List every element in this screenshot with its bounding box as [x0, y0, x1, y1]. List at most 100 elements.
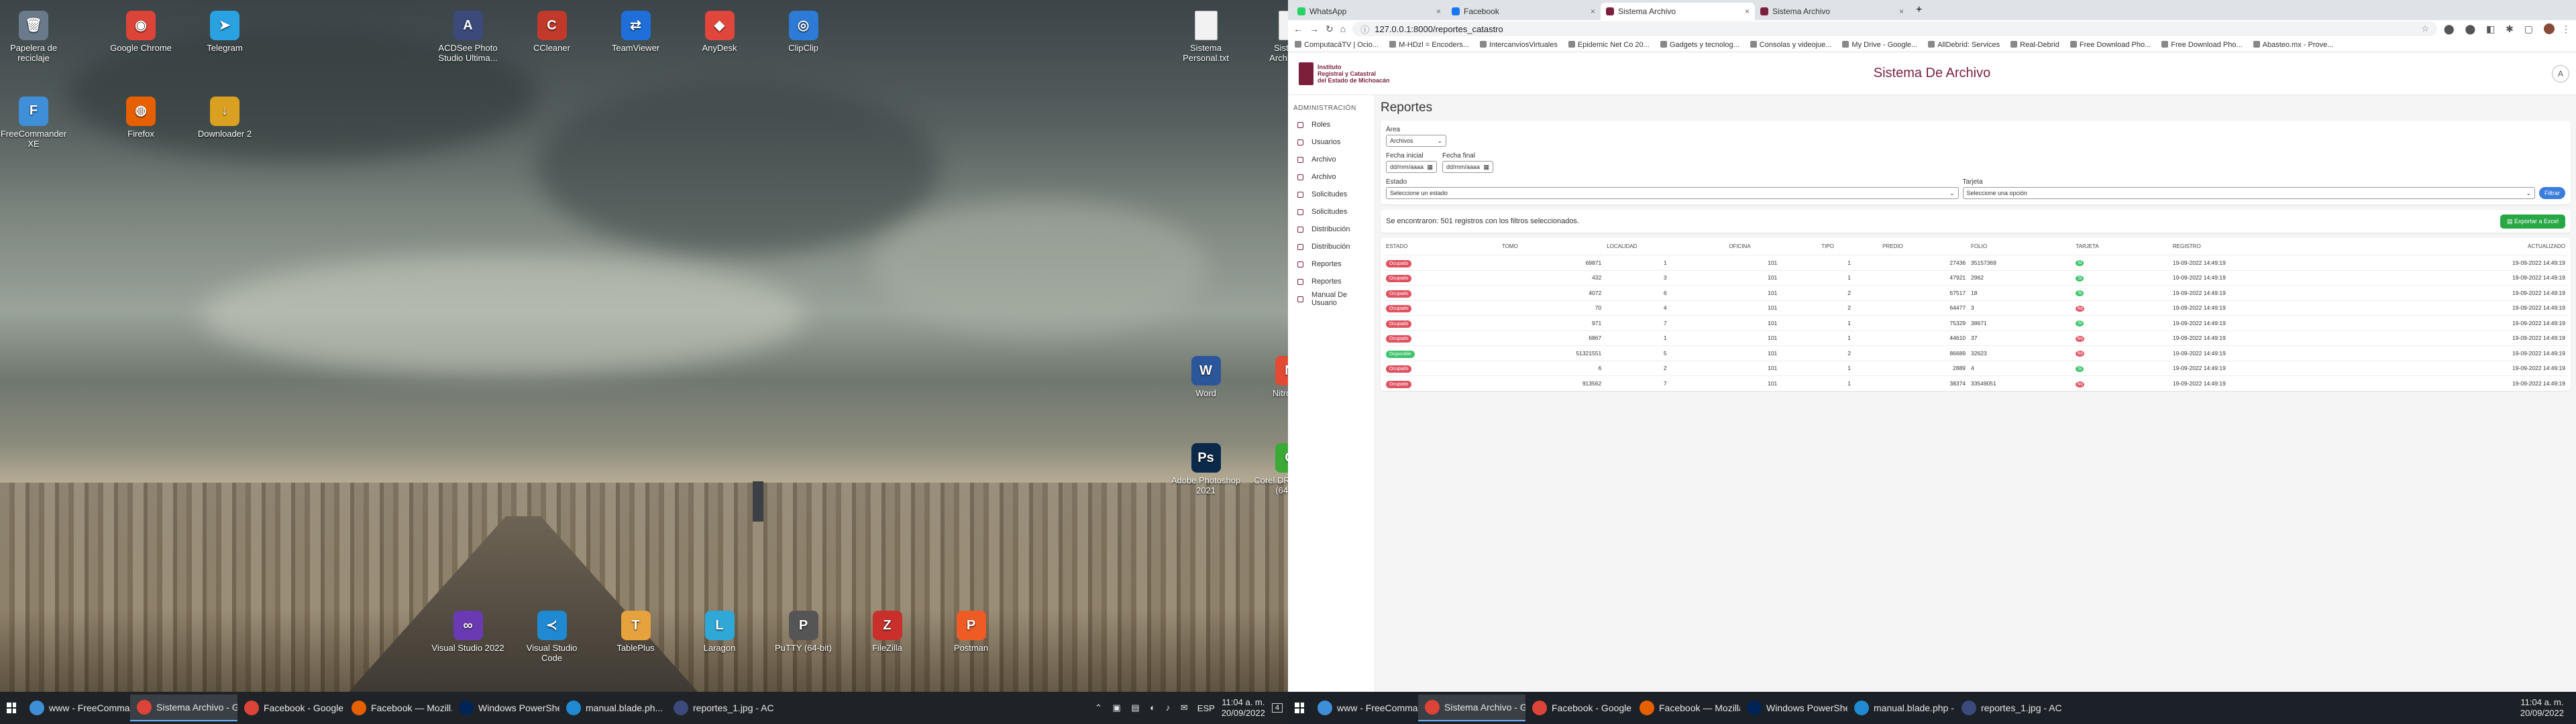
column-header[interactable]: REGISTRO — [2170, 238, 2369, 255]
taskbar-button[interactable]: www - FreeComma... — [23, 695, 130, 721]
calendar-icon[interactable]: ▦ — [1483, 164, 1489, 171]
desktop-icon[interactable]: Z FileZilla — [851, 611, 924, 653]
taskbar-button[interactable]: reportes_1.jpg - ACDSee P... — [1955, 695, 2062, 721]
fecha-inicial-input[interactable]: dd/mm/aaaa ▦ — [1386, 161, 1437, 173]
back-icon[interactable]: ← — [1293, 23, 1303, 34]
home-icon[interactable]: ⌂ — [1340, 23, 1346, 34]
column-header[interactable]: LOCALIDAD — [1604, 238, 1726, 255]
table-row[interactable]: Ocupado 913562 7 101 1 38374 33549051 No 19-09-2… — [1383, 375, 2568, 391]
sidebar-item[interactable]: Solicitudes — [1288, 186, 1375, 203]
start-button[interactable] — [1288, 695, 1311, 721]
bookmark-item[interactable]: Gadgets y tecnolog... — [1660, 41, 1739, 49]
desktop-icon[interactable]: Sistema Personal.txt — [1169, 11, 1243, 63]
taskbar-button[interactable]: Windows PowerShell — [1740, 695, 1847, 721]
extensions-icon[interactable]: ⬤ ⬤ ◧ ✱ ▢ — [2444, 23, 2537, 35]
profile-icon[interactable] — [2544, 23, 2555, 34]
url-field[interactable]: ⓘ 127.0.0.1:8000/reportes_catastro ☆ — [1352, 21, 2437, 36]
close-icon[interactable]: × — [1591, 7, 1595, 16]
clock[interactable]: 11:04 a. m. 20/09/2022 — [2520, 697, 2564, 719]
table-row[interactable]: Disponible 51321551 5 101 2 86689 32623 No 19-09… — [1383, 345, 2568, 361]
desktop-icon[interactable]: CCorel DRAW 2020 (64-Bit) — [1253, 443, 1288, 495]
browser-tab[interactable]: Facebook × — [1446, 3, 1601, 20]
column-header[interactable]: TOMO — [1499, 238, 1604, 255]
desktop-icon[interactable]: ◉ Google Chrome — [104, 11, 178, 53]
bookmark-item[interactable]: IntercanviosVirtuales — [1480, 41, 1558, 49]
table-row[interactable]: Ocupado 69871 1 101 1 27436 35157369 Si 19-09-20… — [1383, 255, 2568, 270]
menu-icon[interactable]: ⋮ — [2561, 23, 2571, 35]
desktop-icon[interactable]: Sistema Archivo.txt — [1253, 11, 1288, 63]
browser-tab[interactable]: Sistema Archivo × — [1601, 3, 1755, 20]
desktop-icon[interactable]: F FreeCommander XE — [0, 96, 70, 149]
taskbar-button[interactable]: manual.blade.php - arch... — [1847, 695, 1955, 721]
notification-icon[interactable]: 4 — [1271, 703, 1283, 713]
bookmark-item[interactable]: Free Download Pho... — [2070, 41, 2151, 49]
star-icon[interactable]: ☆ — [2421, 23, 2429, 34]
bookmark-item[interactable]: My Drive - Google... — [1842, 41, 1917, 49]
taskbar-button[interactable]: Windows PowerShell — [452, 695, 559, 721]
taskbar-button[interactable]: Facebook — Mozilla Firefox — [1633, 695, 1740, 721]
sidebar-item[interactable]: Reportes — [1288, 273, 1375, 290]
sidebar-item[interactable]: Usuarios — [1288, 133, 1375, 151]
user-avatar[interactable]: A — [2552, 64, 2569, 82]
table-row[interactable]: Ocupado 971 7 101 1 75329 38671 Si 19-09-2022 14… — [1383, 315, 2568, 330]
bookmark-item[interactable]: Epidemic Net Co 20... — [1568, 41, 1650, 49]
bookmark-item[interactable]: Consolas y videojue... — [1750, 41, 1832, 49]
column-header[interactable]: TARJETA — [2073, 238, 2170, 255]
sidebar-item[interactable]: Archivo — [1288, 151, 1375, 168]
desktop-icon[interactable]: ⇄ TeamViewer — [599, 11, 673, 53]
close-icon[interactable]: × — [1436, 7, 1441, 16]
sidebar-item[interactable]: Solicitudes — [1288, 203, 1375, 221]
column-header[interactable]: PREDIO — [1880, 238, 1968, 255]
bookmark-item[interactable]: AllDebrid: Services — [1928, 41, 2000, 49]
browser-tab[interactable]: WhatsApp × — [1292, 3, 1446, 20]
clock[interactable]: 11:04 a. m. 20/09/2022 — [1222, 697, 1265, 719]
sidebar-item[interactable]: Roles — [1288, 116, 1375, 133]
taskbar-button[interactable]: Sistema Archivo - G... — [130, 695, 237, 721]
desktop-icon[interactable]: A ACDSee Photo Studio Ultima... — [431, 11, 505, 63]
sidebar-item[interactable]: Distribución — [1288, 221, 1375, 238]
desktop-icon[interactable]: L Laragon — [683, 611, 757, 653]
desktop-icon[interactable]: ◎ ClipClip — [767, 11, 841, 53]
bookmark-item[interactable]: M-HDzl = Encoders... — [1389, 41, 1469, 49]
desktop-icon[interactable]: Ps Adobe Photoshop 2021 — [1169, 443, 1243, 495]
sidebar-item[interactable]: Distribución — [1288, 238, 1375, 255]
desktop-icon[interactable]: N Nitro Pro — [1253, 356, 1288, 398]
calendar-icon[interactable]: ▦ — [1427, 164, 1433, 171]
sidebar-item[interactable]: Archivo — [1288, 168, 1375, 186]
taskbar-button[interactable]: Sistema Archivo - Google ... — [1418, 695, 1525, 721]
info-icon[interactable]: ⓘ — [1360, 23, 1369, 36]
desktop-icon[interactable]: ≺ Visual Studio Code — [515, 611, 589, 663]
table-row[interactable]: Ocupado 6 2 101 1 2889 4 Si 19-09-2022 14:49:19 1… — [1383, 360, 2568, 376]
fecha-final-input[interactable]: dd/mm/aaaa ▦ — [1442, 161, 1493, 173]
taskbar-button[interactable]: Facebook - Google ... — [237, 695, 345, 721]
bookmark-item[interactable]: Free Download Pho... — [2161, 41, 2242, 49]
taskbar-button[interactable]: www - FreeCommander XE — [1311, 695, 1418, 721]
bookmark-item[interactable]: ComputacáTV | Ocio... — [1295, 41, 1379, 49]
close-icon[interactable]: × — [1745, 7, 1750, 16]
taskbar-button[interactable]: Facebook — Mozill... — [345, 695, 452, 721]
bookmark-item[interactable]: Real-Debrid — [2010, 41, 2059, 49]
desktop-icon[interactable]: ∞ Visual Studio 2022 — [431, 611, 505, 653]
column-header[interactable]: TIPO — [1819, 238, 1880, 255]
export-excel-button[interactable]: ▤ Exportar a Excel — [2500, 214, 2565, 229]
column-header[interactable]: ACTUALIZADO — [2369, 238, 2568, 255]
taskbar-button[interactable]: Facebook - Google Chrome — [1525, 695, 1633, 721]
bookmark-item[interactable]: Abasteo.mx - Prove... — [2253, 41, 2334, 49]
column-header[interactable]: FOLIO — [1968, 238, 2073, 255]
start-button[interactable] — [0, 695, 23, 721]
close-icon[interactable]: × — [1899, 7, 1904, 16]
sidebar-item[interactable]: Reportes — [1288, 255, 1375, 273]
desktop-icon[interactable]: P PuTTY (64-bit) — [767, 611, 841, 653]
desktop-icon[interactable]: ◍ Firefox — [104, 96, 178, 139]
desktop-icon[interactable]: P Postman — [934, 611, 1008, 653]
estado-select[interactable]: Seleccione un estado ⌄ — [1386, 187, 1959, 199]
filter-button[interactable]: Filtrar — [2539, 187, 2565, 199]
tarjeta-select[interactable]: Seleccione una opción ⌄ — [1962, 187, 2535, 199]
table-row[interactable]: Ocupado 70 4 101 2 64477 3 No 19-09-2022 14:49:1… — [1383, 300, 2568, 316]
column-header[interactable]: OFICINA — [1726, 238, 1819, 255]
sidebar-item[interactable]: Manual De Usuario — [1288, 290, 1375, 308]
taskbar-button[interactable]: manual.blade.ph... — [559, 695, 667, 721]
column-header[interactable]: ESTADO — [1383, 238, 1499, 255]
desktop-icon[interactable]: 🗑 Papelera de reciclaje — [0, 11, 70, 63]
reload-icon[interactable]: ↻ — [1326, 23, 1334, 35]
